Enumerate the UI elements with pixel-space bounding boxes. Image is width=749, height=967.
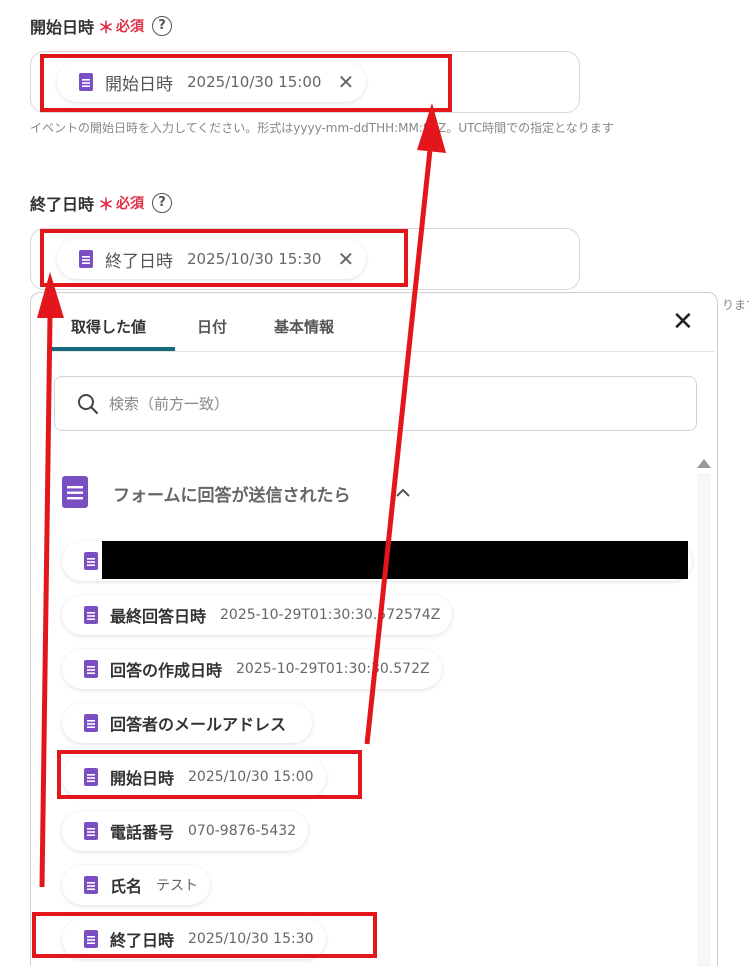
value-picker-panel: 取得した値 日付 基本情報 ✕ フォームに回答が送信されたら 最終回答日時 20… [30,292,718,967]
form-doc-icon [84,606,98,624]
list-item[interactable]: 電話番号 070-9876-5432 [62,811,309,851]
annotation-box-end-field [40,229,408,287]
list-item[interactable]: 回答の作成日時 2025-10-29T01:30:30.572Z [62,649,442,689]
item-label: 回答の作成日時 [110,661,223,680]
form-doc-icon [84,876,98,894]
form-doc-icon [62,476,88,508]
item-label: 電話番号 [110,823,175,842]
tab-acquired-values[interactable]: 取得した値 [71,316,146,337]
item-label: 氏名 [110,877,143,896]
item-value: 2025-10-29T01:30:30.572Z [236,661,430,677]
close-icon[interactable]: ✕ [672,309,694,335]
item-value: 2025-10-29T01:30:30.572574Z [220,607,441,623]
search-box[interactable] [54,376,697,431]
required-text: 必須 [116,196,145,212]
redaction-bar [102,541,688,579]
required-text: 必須 [116,19,145,35]
annotation-box-start-item [57,750,362,799]
tab-basic-info[interactable]: 基本情報 [274,316,334,337]
list-item[interactable]: 氏名 テスト [62,865,211,905]
list-item[interactable]: 回答者のメールアドレス [62,703,313,743]
tab-divider [48,351,714,352]
chevron-up-icon[interactable] [395,488,411,498]
scroll-up-arrow[interactable] [697,459,711,468]
tab-date[interactable]: 日付 [197,316,227,337]
search-input[interactable] [107,393,607,414]
start-field-label: 開始日時 ＊ 必須 ? [30,14,173,38]
scrollbar-track[interactable] [697,473,711,967]
required-star: ＊ [98,195,115,214]
end-field-hint-tail: ります [722,298,749,312]
annotation-box-start-field [40,54,452,112]
item-value: テスト [156,878,199,894]
help-icon[interactable]: ? [152,193,173,213]
search-icon [78,393,99,414]
end-field-label: 終了日時 ＊ 必須 ? [30,191,173,215]
section-title: フォームに回答が送信されたら [113,486,351,506]
required-star: ＊ [98,18,115,37]
form-doc-icon [84,660,98,678]
list-item[interactable]: 最終回答日時 2025-10-29T01:30:30.572574Z [62,595,453,635]
item-label: 最終回答日時 [110,607,207,626]
form-doc-icon [84,552,98,570]
item-value: 070-9876-5432 [188,823,297,839]
item-label: 回答者のメールアドレス [110,715,287,734]
form-doc-icon [84,714,98,732]
help-icon[interactable]: ? [152,16,173,36]
annotation-box-end-item [32,912,377,958]
end-label-text: 終了日時 [30,195,95,214]
start-field-hint: イベントの開始日時を入力してください。形式はyyyy-mm-ddTHH:MM:S… [30,121,614,135]
form-doc-icon [84,822,98,840]
start-label-text: 開始日時 [30,18,95,37]
